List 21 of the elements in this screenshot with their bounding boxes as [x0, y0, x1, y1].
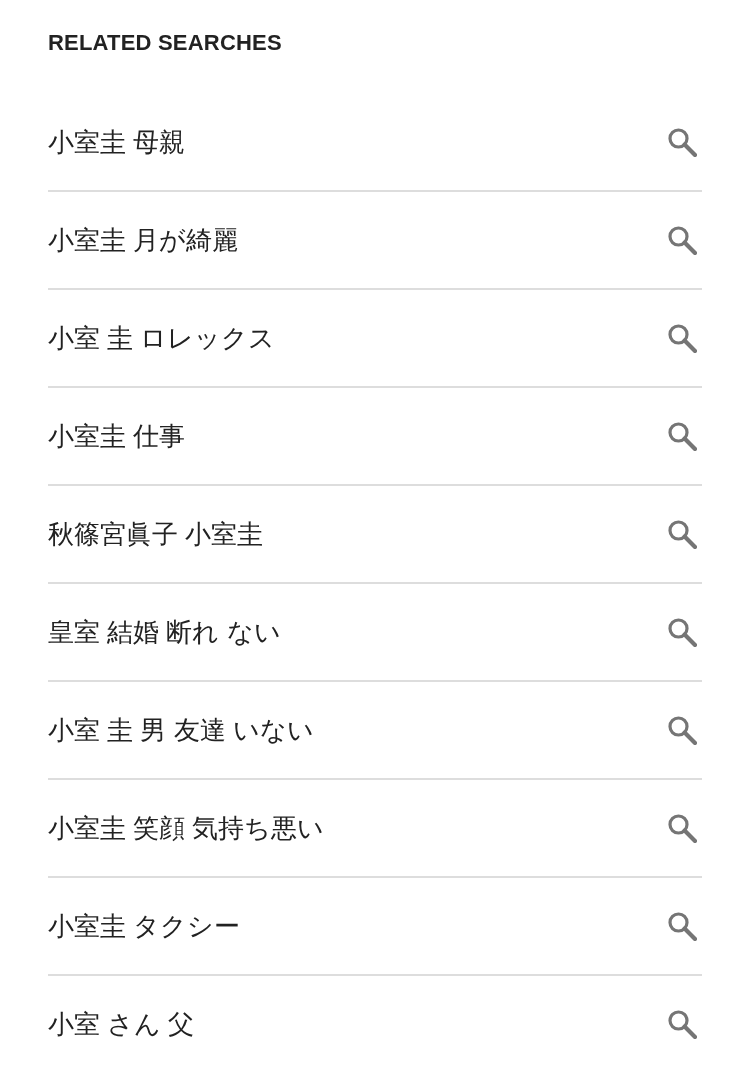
related-search-link[interactable]: 小室 圭 男 友達 いない: [48, 682, 702, 780]
search-icon: [667, 323, 697, 353]
search-icon: [667, 911, 697, 941]
related-search-link[interactable]: 小室圭 月が綺麗: [48, 192, 702, 290]
related-search-link[interactable]: 小室圭 仕事: [48, 388, 702, 486]
related-search-link[interactable]: 秋篠宮眞子 小室圭: [48, 486, 702, 584]
related-search-link[interactable]: 小室圭 笑顔 気持ち悪い: [48, 780, 702, 878]
search-icon: [667, 127, 697, 157]
related-search-link[interactable]: 小室 圭 ロレックス: [48, 290, 702, 388]
related-search-link[interactable]: 小室 さん 父: [48, 976, 702, 1072]
search-icon: [667, 617, 697, 647]
search-icon: [667, 715, 697, 745]
related-search-link[interactable]: 小室圭 母親: [48, 94, 702, 192]
search-icon: [667, 421, 697, 451]
search-icon: [667, 519, 697, 549]
search-icon: [667, 1009, 697, 1039]
related-search-link[interactable]: 小室圭 タクシー: [48, 878, 702, 976]
search-icon: [667, 813, 697, 843]
related-search-link[interactable]: 皇室 結婚 断れ ない: [48, 584, 702, 682]
section-title: RELATED SEARCHES: [48, 29, 283, 57]
search-icon: [667, 225, 697, 255]
